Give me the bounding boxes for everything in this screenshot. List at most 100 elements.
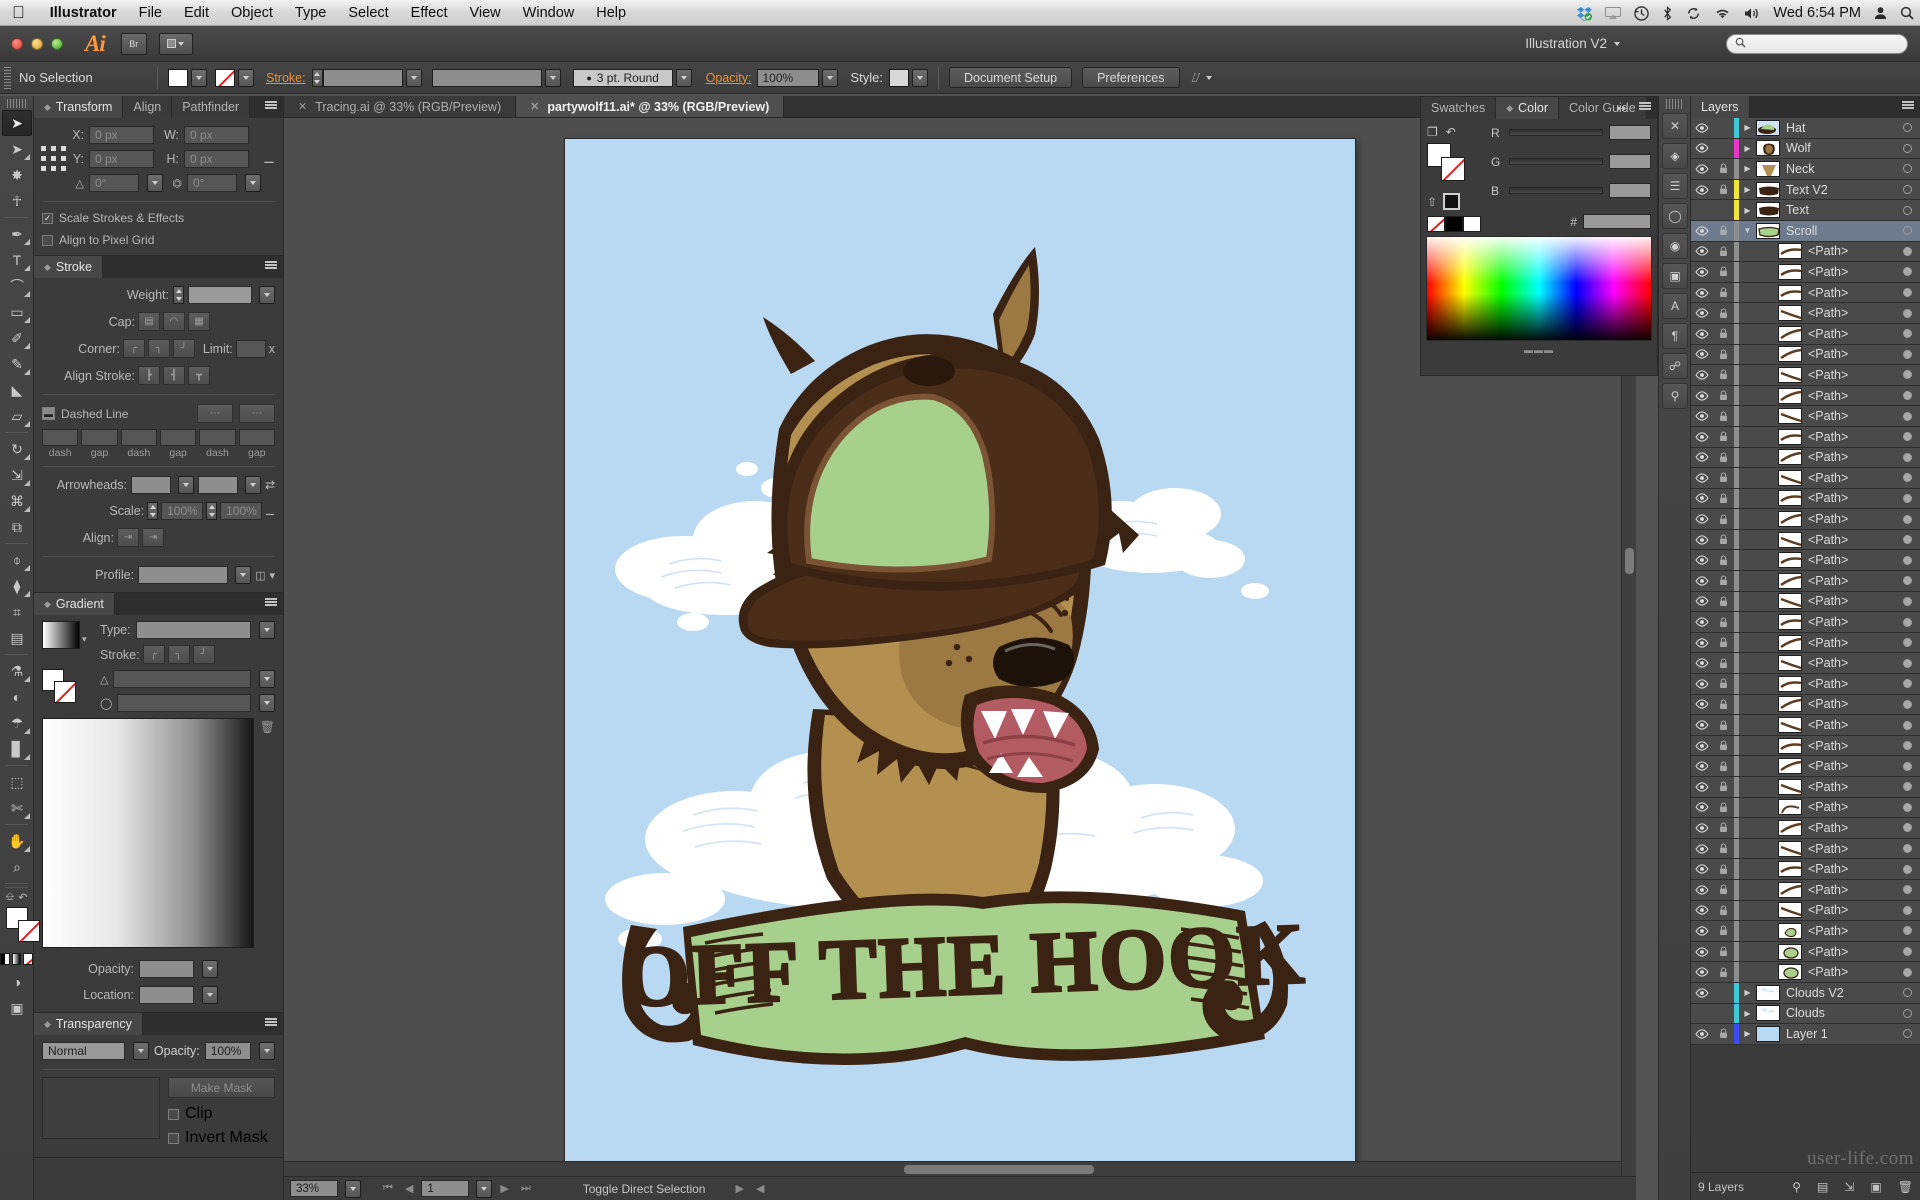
lock-toggle-icon[interactable] [1713,163,1734,174]
target-indicator[interactable] [1894,452,1920,462]
opacity-dropdown[interactable] [822,68,839,87]
width-profile-field[interactable] [138,566,229,584]
chevron-right-icon[interactable]: ▶ [1739,206,1756,215]
panel-resize-grip[interactable]: ▬▬▬ [1421,345,1657,355]
align-pixel-grid-row[interactable]: Align to Pixel Grid [34,229,283,255]
arrange-documents-button[interactable] [158,32,193,55]
menu-help[interactable]: Help [585,0,637,26]
chevron-right-icon[interactable]: ▶ [1739,123,1756,132]
last-artboard-button[interactable]: ⏭ [517,1182,535,1195]
layer-row[interactable]: ▶ Text [1691,200,1920,221]
gradient-opacity-dropdown[interactable] [202,960,218,978]
lock-toggle-icon[interactable] [1713,266,1734,277]
align-stroke-center-button[interactable]: ┣ [138,366,160,385]
fill-stroke-indicator-icon[interactable]: ❐ [1427,125,1438,139]
status-menu-button[interactable]: ▶ [731,1182,747,1195]
dashed-line-checkbox[interactable]: ▬ [42,407,55,420]
gap-field-3[interactable] [238,429,275,446]
lock-toggle-icon[interactable] [1713,390,1734,401]
clip-checkbox[interactable] [168,1108,179,1120]
dash-adjust-corners-button[interactable]: ⋯ [239,404,275,423]
color-stroke-swatch[interactable] [1441,157,1465,181]
scale-tool[interactable]: ⇲ [2,462,32,488]
visibility-toggle-icon[interactable] [1691,308,1713,318]
gradient-along-stroke-button[interactable]: ╮ [167,645,190,664]
visibility-toggle-icon[interactable] [1691,782,1713,792]
type-tool[interactable]: T [2,247,32,273]
lock-toggle-icon[interactable] [1713,843,1734,854]
stroke-color-swatch[interactable] [215,68,235,87]
chevron-down-icon[interactable]: ▼ [1739,226,1756,235]
lock-toggle-icon[interactable] [1713,802,1734,813]
lock-toggle-icon[interactable] [1713,493,1734,504]
appearance-icon[interactable]: ◉ [1662,233,1688,259]
document-tab-partywolf[interactable]: ✕ partywolf11.ai* @ 33% (RGB/Preview) [516,96,785,117]
miter-limit-field[interactable] [235,339,266,358]
rotate-dropdown[interactable] [147,174,163,192]
target-indicator[interactable] [1894,1029,1920,1039]
layer-row-path[interactable]: <Path> [1691,241,1920,263]
character-icon[interactable]: A [1662,293,1688,319]
visibility-toggle-icon[interactable] [1691,576,1713,586]
volume-icon[interactable] [1744,7,1760,20]
artboard-number-dropdown[interactable] [476,1179,493,1198]
b-channel-slider[interactable] [1509,187,1603,194]
layer-row-path[interactable]: <Path> [1691,406,1920,427]
search-input[interactable] [1751,36,1899,51]
color-ramp-pick-icon[interactable]: ⇧ [1427,195,1437,209]
drawing-modes-icon[interactable]: ◑ [2,969,32,995]
target-indicator[interactable] [1894,432,1920,442]
target-indicator[interactable] [1894,926,1920,936]
stroke-weight-label[interactable]: Stroke: [266,71,306,85]
visibility-toggle-icon[interactable] [1691,864,1713,874]
gradient-location-dropdown[interactable] [202,986,218,1004]
fill-color-swatch[interactable] [168,68,188,87]
layer-row-path[interactable]: <Path> [1691,468,1920,489]
visibility-toggle-icon[interactable] [1691,432,1713,442]
gradient-preview-swatch[interactable] [42,621,80,649]
lock-toggle-icon[interactable] [1713,575,1734,586]
lock-toggle-icon[interactable] [1713,967,1734,978]
chevron-right-icon[interactable]: ▶ [1739,988,1756,997]
target-indicator[interactable] [1894,555,1920,565]
horizontal-scroll-thumb[interactable] [904,1165,1094,1174]
align-stroke-inside-button[interactable]: ┫ [163,366,185,385]
lock-toggle-icon[interactable] [1713,699,1734,710]
lock-toggle-icon[interactable] [1713,678,1734,689]
visibility-toggle-icon[interactable] [1691,658,1713,668]
layer-row-path[interactable]: <Path> [1691,550,1920,572]
layer-row-path[interactable]: <Path> [1691,797,1920,819]
target-indicator[interactable] [1894,226,1920,236]
target-indicator[interactable] [1894,596,1920,606]
blob-brush-tool[interactable]: ◣ [2,377,32,403]
go-to-bridge-button[interactable]: Br [120,32,147,55]
layer-row-path[interactable]: <Path> [1691,859,1920,880]
color-mode-icon[interactable] [0,953,10,965]
visibility-toggle-icon[interactable] [1691,905,1713,915]
layer-row-path[interactable]: <Path> [1691,962,1920,983]
document-setup-button[interactable]: Document Setup [948,67,1073,88]
icon-dock-grip[interactable] [1666,99,1683,109]
gap-field-2[interactable] [159,429,197,446]
target-indicator[interactable] [1894,947,1920,957]
lock-toggle-icon[interactable] [1713,431,1734,442]
artboard-tool[interactable]: ⬚ [2,769,32,795]
opacity-field[interactable]: 100% [757,68,820,87]
layer-row-path[interactable]: <Path> [1691,818,1920,839]
swap-fill-stroke-icon[interactable]: ↶ [1446,125,1456,139]
r-channel-value[interactable] [1609,125,1651,140]
chevron-right-icon[interactable]: ▶ [1739,185,1756,194]
expand-panel-icon[interactable]: ▸▸ [1617,103,1627,114]
layer-row-path[interactable]: <Path> [1691,674,1920,695]
sync-icon[interactable] [1686,6,1701,21]
menu-bar-clock[interactable]: Wed 6:54 PM [1773,5,1861,21]
lock-toggle-icon[interactable] [1713,514,1734,525]
visibility-toggle-icon[interactable] [1691,329,1713,339]
preferences-button[interactable]: Preferences [1082,67,1180,88]
lock-toggle-icon[interactable] [1713,184,1734,195]
gap-field-1[interactable] [81,429,118,446]
place-arrow-at-end-button[interactable]: ⇥ [142,528,164,547]
target-indicator[interactable] [1894,699,1920,709]
zoom-window-button[interactable] [51,37,63,50]
free-transform-tool[interactable]: ⧉ [2,514,32,540]
